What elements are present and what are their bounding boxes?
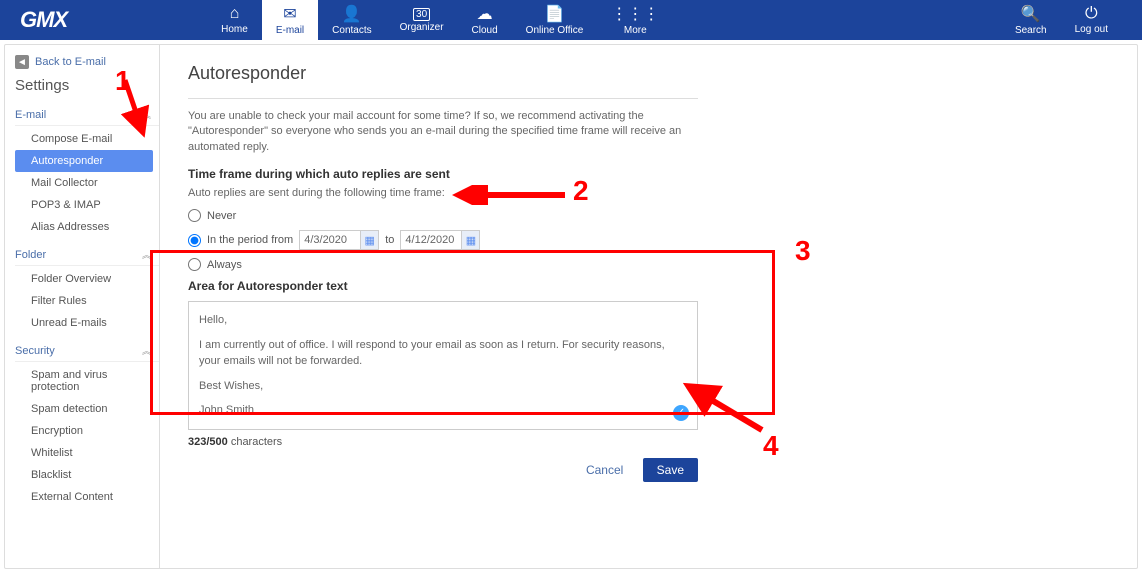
timeframe-sub: Auto replies are sent during the followi… [188,187,1109,199]
sidebar-item-unread[interactable]: Unread E-mails [15,312,153,334]
nav-items: ⌂Home ✉E-mail 👤Contacts 30Organizer ☁Clo… [207,0,673,40]
autoresponder-textbox[interactable]: Hello, I am currently out of office. I w… [188,301,698,430]
radio-always-label: Always [207,259,242,271]
logout-icon: ⏻ [1085,5,1098,23]
save-button[interactable]: Save [643,458,698,482]
nav-more[interactable]: ⋮⋮⋮More [597,0,673,40]
annotation-arrow-2 [450,185,570,205]
nav-logout[interactable]: ⏻Log out [1061,0,1122,40]
timeframe-title: Time frame during which auto replies are… [188,167,1109,181]
annotation-4: 4 [763,430,779,462]
nav-organizer[interactable]: 30Organizer [386,0,458,40]
home-icon: ⌂ [230,5,240,23]
radio-never[interactable] [188,209,201,222]
annotation-3: 3 [795,235,811,267]
nav-right: 🔍Search ⏻Log out [1001,0,1122,40]
radio-always-row[interactable]: Always [188,258,1109,271]
radio-never-label: Never [207,210,236,222]
ta-line1: Hello, [199,312,687,329]
email-icon: ✉ [283,4,296,24]
main-content: Autoresponder You are unable to check yo… [160,45,1137,568]
sidebar-item-filter-rules[interactable]: Filter Rules [15,290,153,312]
nav-office[interactable]: 📄Online Office [512,0,598,40]
ta-line4: John Smith [199,402,687,419]
annotation-arrow-4 [680,380,770,435]
sidebar-item-external[interactable]: External Content [15,486,153,508]
radio-always[interactable] [188,258,201,271]
date-from-wrap: ▦ [299,230,379,250]
office-icon: 📄 [545,4,565,24]
sidebar-item-autoresponder[interactable]: Autoresponder [15,150,153,172]
ta-line2: I am currently out of office. I will res… [199,337,687,370]
char-count: 323/500 characters [188,436,1109,448]
sidebar-item-spam-virus[interactable]: Spam and virus protection [15,364,153,398]
contacts-icon: 👤 [342,4,362,24]
calendar-icon[interactable]: ▦ [360,231,378,249]
nav-email[interactable]: ✉E-mail [262,0,318,40]
collapse-icon: ︽ [142,248,151,261]
page-title: Autoresponder [188,63,698,99]
ta-line3: Best Wishes, [199,378,687,395]
logo: GMX [20,7,67,33]
radio-period[interactable] [188,234,201,247]
sidebar-item-folder-overview[interactable]: Folder Overview [15,268,153,290]
section-folder-header[interactable]: Folder︽ [15,244,159,266]
collapse-icon: ︽ [142,344,151,357]
more-icon: ⋮⋮⋮ [611,4,659,24]
sidebar-item-encryption[interactable]: Encryption [15,420,153,442]
annotation-2: 2 [573,175,589,207]
calendar-icon: 30 [413,8,430,21]
calendar-icon[interactable]: ▦ [461,231,479,249]
content-wrapper: ◄ Back to E-mail Settings E-mail︽ Compos… [4,44,1138,569]
date-to-wrap: ▦ [400,230,480,250]
intro-text: You are unable to check your mail accoun… [188,109,698,155]
radio-period-row[interactable]: In the period from ▦ to ▦ [188,230,1109,250]
sidebar-item-pop3[interactable]: POP3 & IMAP [15,194,153,216]
action-row: Cancel Save [188,458,698,482]
cloud-icon: ☁ [477,4,493,24]
sidebar-item-whitelist[interactable]: Whitelist [15,442,153,464]
nav-contacts[interactable]: 👤Contacts [318,0,385,40]
sidebar-item-alias[interactable]: Alias Addresses [15,216,153,238]
sidebar-item-spam-detection[interactable]: Spam detection [15,398,153,420]
chevron-left-icon: ◄ [15,55,29,69]
back-link[interactable]: ◄ Back to E-mail [15,55,159,69]
cancel-button[interactable]: Cancel [576,458,633,482]
search-icon: 🔍 [1021,4,1041,24]
radio-never-row[interactable]: Never [188,209,1109,222]
date-from-input[interactable] [300,232,360,248]
nav-cloud[interactable]: ☁Cloud [458,0,512,40]
sidebar-item-collector[interactable]: Mail Collector [15,172,153,194]
back-link-text[interactable]: Back to E-mail [35,56,106,68]
top-nav: GMX ⌂Home ✉E-mail 👤Contacts 30Organizer … [0,0,1142,40]
radio-to-label: to [385,234,394,246]
annotation-1: 1 [115,65,131,97]
ta-title: Area for Autoresponder text [188,279,1109,293]
nav-search[interactable]: 🔍Search [1001,0,1061,40]
section-security-header[interactable]: Security︽ [15,340,159,362]
nav-home[interactable]: ⌂Home [207,0,262,40]
date-to-input[interactable] [401,232,461,248]
radio-period-label: In the period from [207,234,293,246]
sidebar-item-blacklist[interactable]: Blacklist [15,464,153,486]
text-area-section: Area for Autoresponder text Hello, I am … [188,279,1109,448]
